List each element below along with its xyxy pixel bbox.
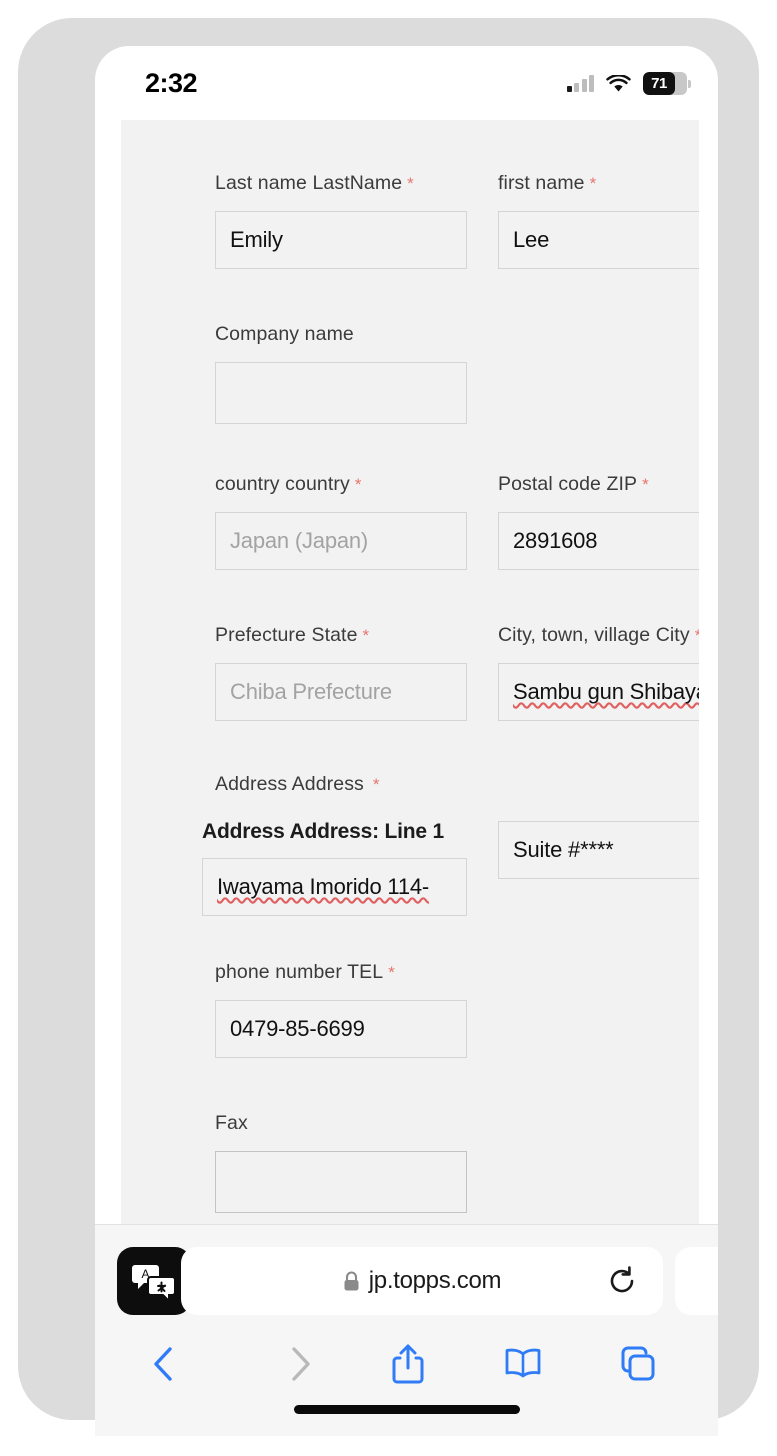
input-postal-code[interactable]: 2891608	[498, 512, 699, 570]
label-company-name: Company name	[215, 323, 354, 345]
required-marker: *	[695, 626, 699, 645]
field-group-company-name: Company name	[215, 323, 467, 424]
tabs-button[interactable]	[615, 1341, 661, 1387]
field-group-prefecture: Prefecture State * Chiba Prefecture	[215, 624, 467, 721]
input-address-line-2-value: Suite #****	[513, 837, 614, 862]
input-prefecture[interactable]: Chiba Prefecture	[215, 663, 467, 721]
label-country: country country *	[215, 473, 362, 495]
input-first-name[interactable]: Lee	[498, 211, 699, 269]
label-first-name: first name *	[498, 172, 597, 194]
required-marker: *	[642, 475, 649, 494]
input-last-name-value: Emily	[230, 227, 283, 252]
input-address-line-2[interactable]: Suite #****	[498, 821, 699, 879]
input-prefecture-value: Chiba Prefecture	[230, 679, 392, 704]
field-group-city: City, town, village City* Sambu gun Shib…	[498, 624, 699, 721]
status-bar-icons: 71	[566, 72, 691, 95]
field-group-fax: Fax	[215, 1112, 467, 1213]
field-group-country: country country * Japan (Japan)	[215, 473, 467, 570]
required-marker: *	[388, 963, 395, 982]
translate-button[interactable]: A	[117, 1247, 191, 1315]
home-indicator	[293, 1405, 520, 1414]
input-fax[interactable]	[215, 1151, 467, 1213]
reload-icon[interactable]	[607, 1266, 637, 1296]
field-group-phone: phone number TEL * 0479-85-6699	[215, 961, 467, 1058]
label-fax: Fax	[215, 1112, 248, 1134]
input-address-line-1[interactable]: Iwayama Imorido 114-	[202, 858, 467, 916]
adjacent-tab-peek[interactable]	[675, 1247, 718, 1315]
wifi-icon	[606, 74, 631, 91]
bookmarks-button[interactable]	[500, 1341, 546, 1387]
required-marker: *	[354, 475, 362, 494]
label-address: Address Address *	[215, 773, 380, 795]
cellular-signal-icon	[566, 75, 594, 92]
status-bar: 2:32 71	[95, 46, 718, 120]
tabs-icon	[621, 1346, 655, 1381]
url-bar-content: jp.topps.com	[343, 1267, 502, 1295]
label-last-name: Last name LastName *	[215, 172, 414, 194]
battery-icon: 71	[643, 72, 691, 95]
field-group-postal-code: Postal code ZIP * 2891608	[498, 473, 699, 570]
forward-button[interactable]	[277, 1341, 323, 1387]
url-text: jp.topps.com	[368, 1267, 502, 1294]
input-phone-value: 0479-85-6699	[230, 1016, 365, 1041]
status-bar-time: 2:32	[145, 68, 198, 98]
browser-toolbar	[95, 1333, 718, 1395]
web-page-content: Last name LastName * Emily first name * Le…	[121, 120, 699, 1224]
phone-frame: 2:32 71 Last name LastName * Emily first…	[18, 18, 759, 1436]
input-postal-code-value: 2891608	[513, 528, 598, 553]
input-city-value: Sambu gun Shibayama	[513, 679, 699, 704]
label-phone: phone number TEL *	[215, 961, 395, 983]
required-marker: *	[407, 174, 414, 193]
phone-screen: 2:32 71 Last name LastName * Emily first…	[95, 46, 718, 1436]
chevron-left-icon	[154, 1347, 172, 1381]
label-address-line-1: Address Address: Line 1	[202, 820, 445, 843]
chevron-right-icon	[292, 1347, 310, 1381]
input-address-line-1-value: Iwayama Imorido 114-	[217, 874, 430, 899]
browser-bottom-chrome: A jp.topps.com	[95, 1224, 718, 1436]
input-first-name-value: Lee	[513, 227, 550, 252]
battery-percent-label: 71	[651, 75, 667, 92]
share-icon	[392, 1344, 424, 1384]
url-bar-row: A jp.topps.com	[95, 1243, 718, 1319]
share-button[interactable]	[385, 1341, 431, 1387]
input-country-value: Japan (Japan)	[230, 528, 369, 553]
field-group-last-name: Last name LastName * Emily	[215, 172, 467, 269]
label-prefecture: Prefecture State *	[215, 624, 370, 646]
input-country[interactable]: Japan (Japan)	[215, 512, 467, 570]
input-company-name[interactable]	[215, 362, 467, 424]
field-group-address-line-2: Suite #****	[498, 821, 699, 879]
input-phone[interactable]: 0479-85-6699	[215, 1000, 467, 1058]
field-group-address: Address Address *	[215, 773, 380, 796]
back-button[interactable]	[141, 1341, 187, 1387]
input-last-name[interactable]: Emily	[215, 211, 467, 269]
book-icon	[505, 1348, 541, 1378]
url-bar[interactable]: jp.topps.com	[181, 1247, 663, 1315]
input-city[interactable]: Sambu gun Shibayama	[498, 663, 699, 721]
label-postal-code: Postal code ZIP *	[498, 473, 649, 495]
translate-icon: A	[132, 1265, 176, 1301]
field-group-first-name: first name * Lee	[498, 172, 699, 269]
required-marker: *	[372, 775, 380, 794]
required-marker: *	[362, 626, 370, 645]
required-marker: *	[589, 174, 597, 193]
field-group-address-line-1: Address Address: Line 1 Iwayama Imorido …	[202, 820, 467, 916]
lock-icon	[344, 1270, 359, 1290]
label-city: City, town, village City*	[498, 624, 699, 647]
